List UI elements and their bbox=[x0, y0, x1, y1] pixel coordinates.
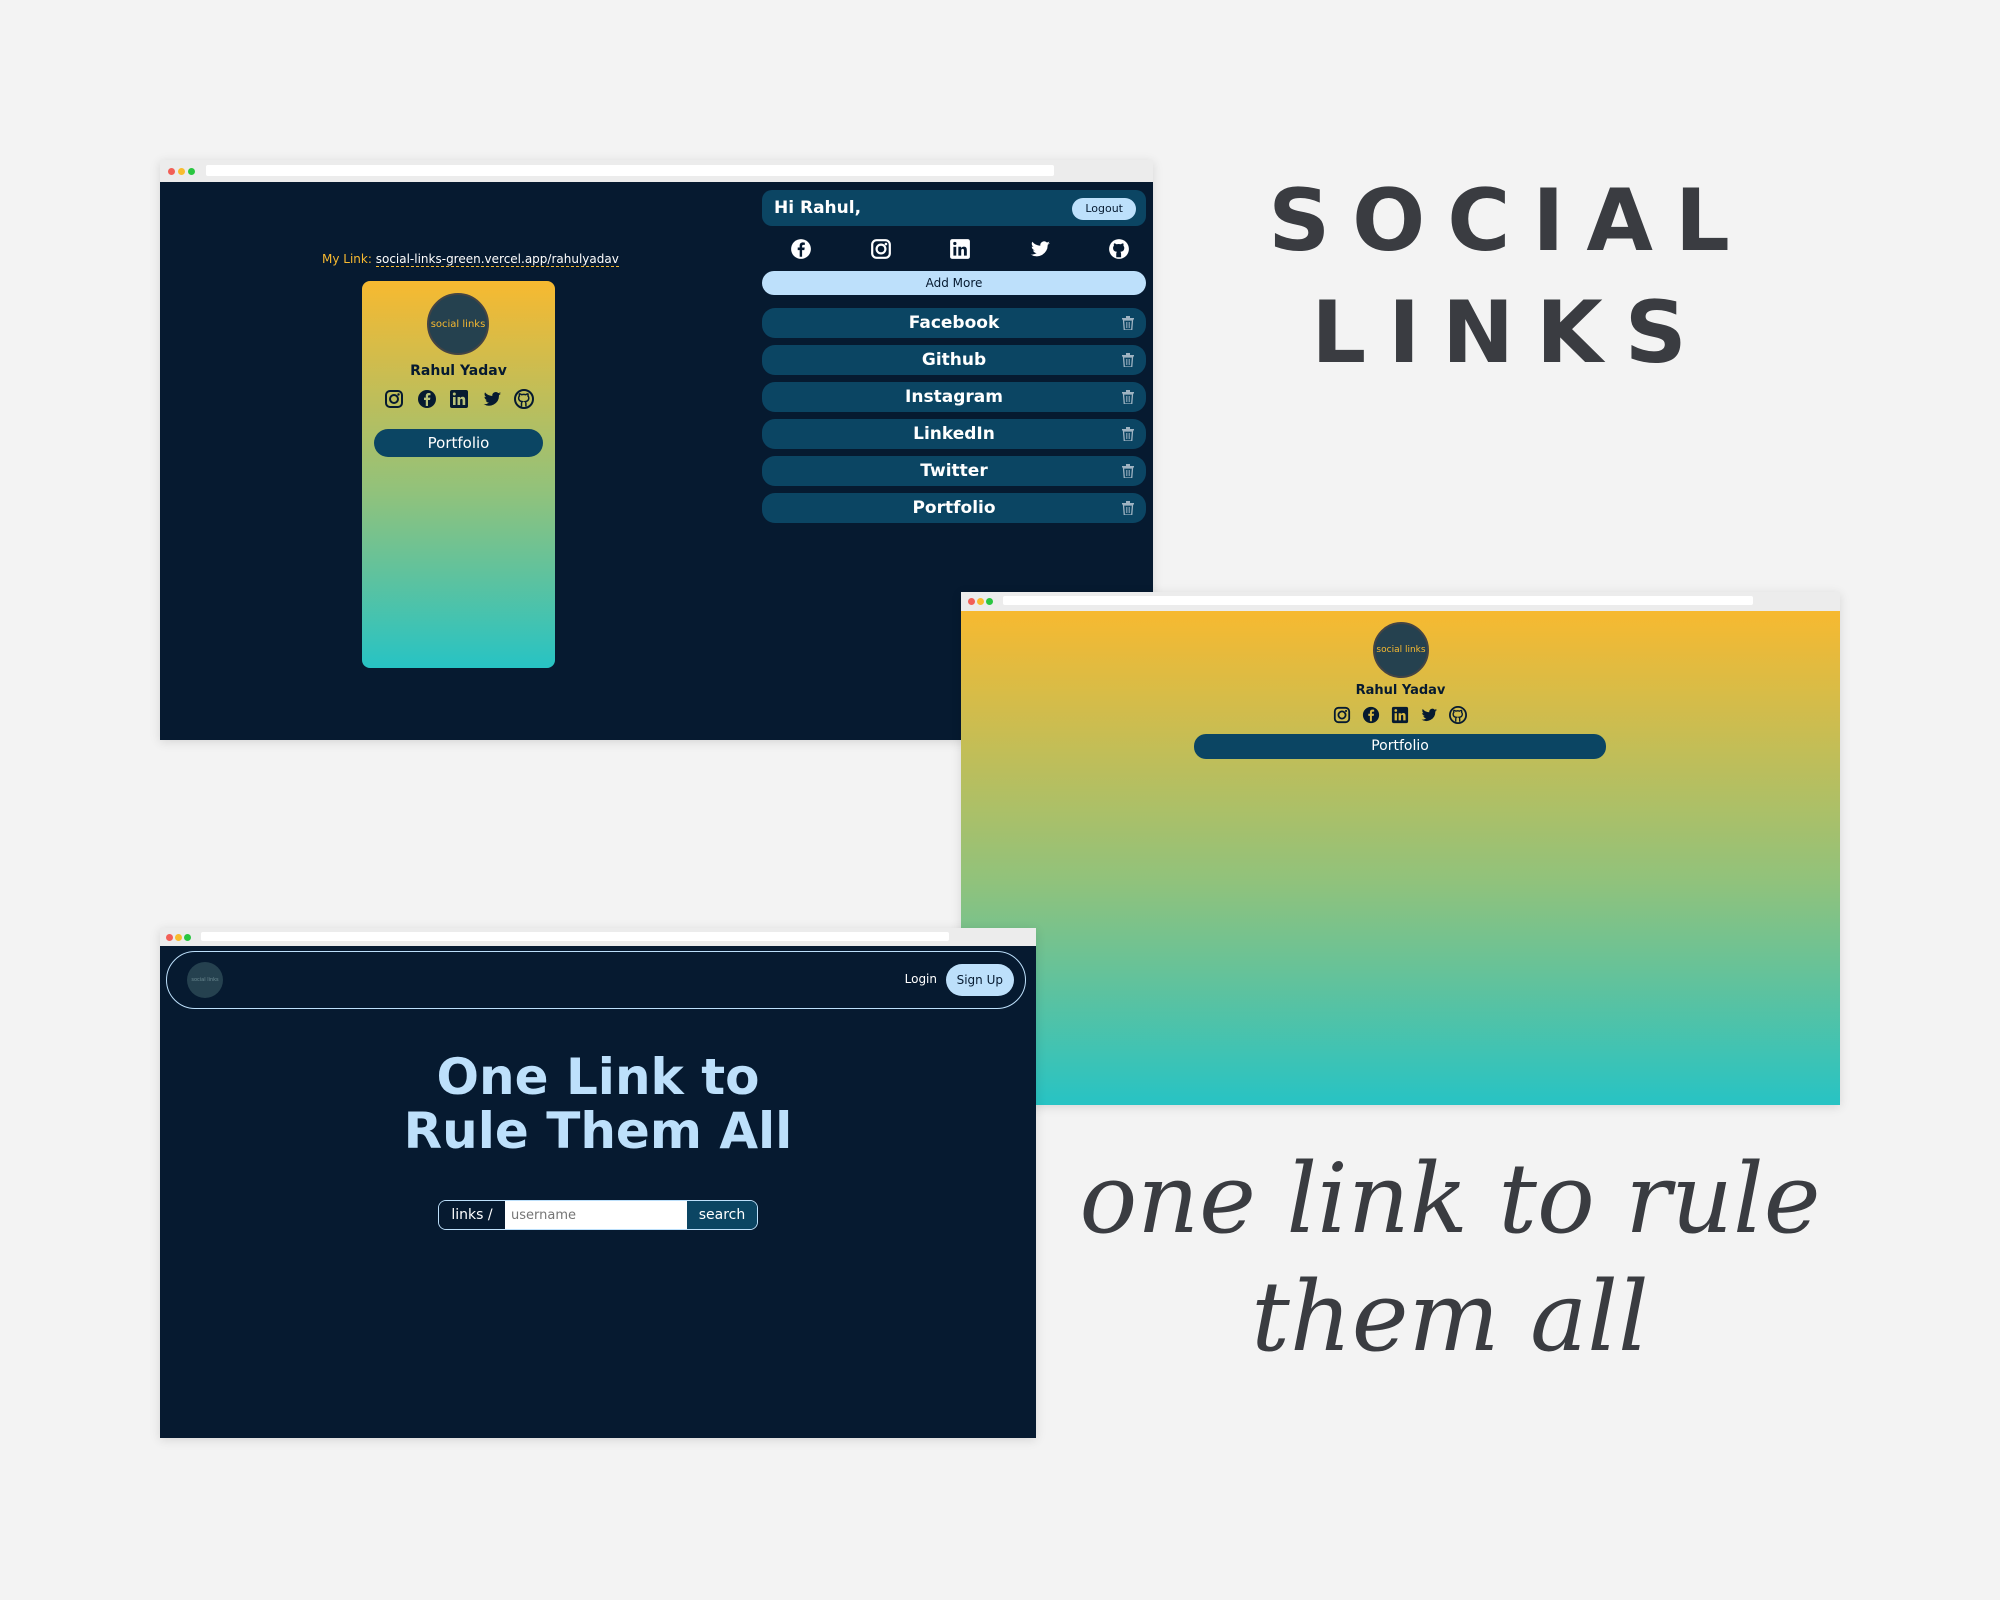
instagram-icon[interactable] bbox=[870, 238, 892, 260]
tagline-line1: one link to rule bbox=[1079, 1143, 1821, 1255]
profile-content: social links Rahul Yadav Portfolio bbox=[961, 611, 1840, 1105]
trash-icon[interactable] bbox=[1122, 390, 1134, 404]
close-dot[interactable] bbox=[168, 168, 175, 175]
trash-icon[interactable] bbox=[1122, 464, 1134, 478]
brand-title-line2: LINKS bbox=[1311, 283, 1709, 383]
profile-name: Rahul Yadav bbox=[1355, 683, 1446, 698]
linkedin-icon[interactable] bbox=[949, 238, 971, 260]
trash-icon[interactable] bbox=[1122, 427, 1134, 441]
address-bar[interactable] bbox=[206, 165, 1054, 176]
twitter-icon[interactable] bbox=[1420, 706, 1438, 724]
link-label: Github bbox=[921, 350, 987, 370]
search-prefix: links / bbox=[439, 1201, 505, 1229]
preview-logo: social links bbox=[427, 293, 489, 355]
brand-tagline: one link to rule them all bbox=[1060, 1140, 1840, 1376]
twitter-icon[interactable] bbox=[1029, 238, 1051, 260]
preview-logo-text: social links bbox=[430, 318, 486, 330]
username-input[interactable] bbox=[505, 1201, 687, 1229]
maximize-dot[interactable] bbox=[188, 168, 195, 175]
browser-chrome bbox=[160, 928, 1036, 946]
github-icon[interactable] bbox=[1108, 238, 1130, 260]
landing-window: social links Login Sign Up One Link to R… bbox=[160, 928, 1036, 1438]
trash-icon[interactable] bbox=[1122, 316, 1134, 330]
my-link-row: My Link: social-links-green.vercel.app/r… bbox=[322, 252, 619, 267]
add-more-button[interactable]: Add More bbox=[762, 271, 1146, 295]
linkedin-icon[interactable] bbox=[1391, 706, 1409, 724]
minimize-dot[interactable] bbox=[977, 598, 984, 605]
preview-portfolio-button[interactable]: Portfolio bbox=[374, 429, 543, 457]
search-button[interactable]: search bbox=[687, 1201, 757, 1229]
github-icon[interactable] bbox=[1449, 706, 1467, 724]
facebook-icon[interactable] bbox=[1362, 706, 1380, 724]
facebook-icon[interactable] bbox=[790, 238, 812, 260]
landing-content: social links Login Sign Up One Link to R… bbox=[160, 946, 1036, 1438]
minimize-dot[interactable] bbox=[175, 934, 182, 941]
hero-line2: Rule Them All bbox=[403, 1102, 793, 1160]
instagram-icon[interactable] bbox=[384, 389, 404, 409]
address-bar[interactable] bbox=[201, 932, 949, 941]
maximize-dot[interactable] bbox=[184, 934, 191, 941]
signup-button[interactable]: Sign Up bbox=[945, 964, 1014, 996]
close-dot[interactable] bbox=[968, 598, 975, 605]
link-item[interactable]: Twitter bbox=[762, 456, 1146, 486]
browser-chrome bbox=[961, 592, 1840, 611]
search-bar: links / search bbox=[438, 1200, 758, 1230]
my-link-label: My Link: bbox=[322, 252, 372, 266]
linkedin-icon[interactable] bbox=[449, 389, 469, 409]
link-item[interactable]: Portfolio bbox=[762, 493, 1146, 523]
link-list: Facebook Github Instagram LinkedIn Twitt… bbox=[762, 308, 1146, 530]
profile-logo-text: social links bbox=[1376, 645, 1426, 655]
preview-name: Rahul Yadav bbox=[410, 363, 507, 379]
my-link-url[interactable]: social-links-green.vercel.app/rahulyadav bbox=[375, 252, 619, 267]
twitter-icon[interactable] bbox=[482, 389, 502, 409]
profile-window: social links Rahul Yadav Portfolio bbox=[961, 592, 1840, 1105]
dashboard-header: Hi Rahul, Logout bbox=[762, 190, 1146, 226]
landing-navbar: social links Login Sign Up bbox=[166, 951, 1026, 1009]
dashboard-social-icons bbox=[790, 238, 1130, 260]
hero-line1: One Link to bbox=[436, 1048, 760, 1106]
minimize-dot[interactable] bbox=[178, 168, 185, 175]
link-label: LinkedIn bbox=[913, 424, 995, 444]
profile-portfolio-button[interactable]: Portfolio bbox=[1194, 734, 1606, 759]
profile-social-icons bbox=[1333, 706, 1467, 724]
link-label: Portfolio bbox=[912, 498, 996, 518]
greeting: Hi Rahul, bbox=[774, 198, 862, 218]
link-item[interactable]: Instagram bbox=[762, 382, 1146, 412]
browser-chrome bbox=[160, 160, 1153, 182]
close-dot[interactable] bbox=[166, 934, 173, 941]
logout-button[interactable]: Logout bbox=[1072, 198, 1136, 220]
maximize-dot[interactable] bbox=[986, 598, 993, 605]
link-label: Facebook bbox=[908, 313, 1000, 333]
login-link[interactable]: Login bbox=[905, 972, 937, 986]
phone-preview: social links Rahul Yadav Portfolio bbox=[362, 281, 555, 668]
profile-logo: social links bbox=[1373, 622, 1429, 678]
link-item[interactable]: Github bbox=[762, 345, 1146, 375]
link-label: Instagram bbox=[905, 387, 1003, 407]
github-icon[interactable] bbox=[514, 389, 534, 409]
brand-title-line1: SOCIAL bbox=[1268, 171, 1752, 271]
landing-logo[interactable]: social links bbox=[187, 962, 223, 998]
trash-icon[interactable] bbox=[1122, 501, 1134, 515]
facebook-icon[interactable] bbox=[417, 389, 437, 409]
link-item[interactable]: LinkedIn bbox=[762, 419, 1146, 449]
hero-heading: One Link to Rule Them All bbox=[160, 1050, 1036, 1158]
address-bar[interactable] bbox=[1003, 596, 1753, 605]
preview-social-icons bbox=[384, 389, 534, 409]
link-label: Twitter bbox=[920, 461, 988, 481]
landing-logo-text: social links bbox=[191, 977, 219, 983]
trash-icon[interactable] bbox=[1122, 353, 1134, 367]
brand-title: SOCIAL LINKS bbox=[1230, 165, 1790, 389]
tagline-line2: them all bbox=[1251, 1261, 1649, 1373]
instagram-icon[interactable] bbox=[1333, 706, 1351, 724]
link-item[interactable]: Facebook bbox=[762, 308, 1146, 338]
